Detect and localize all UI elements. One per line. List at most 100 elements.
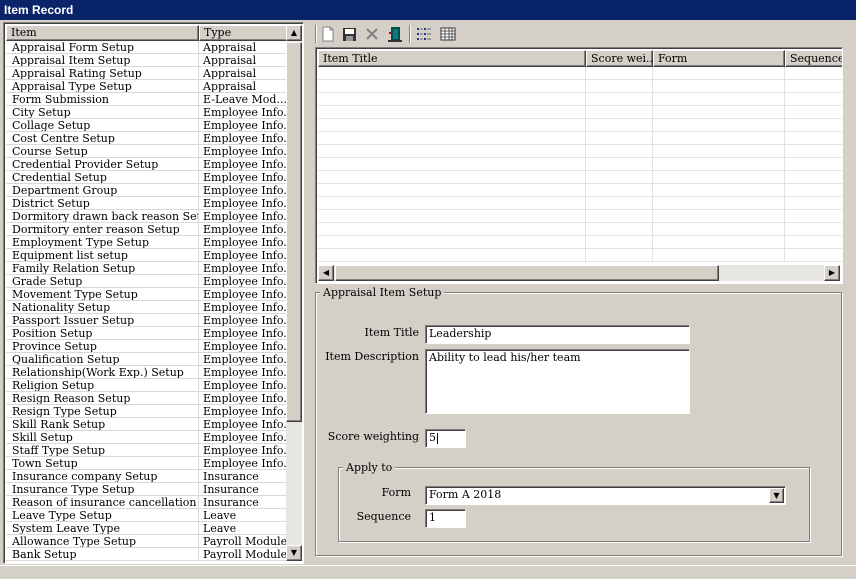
list-item-type: Employee Info. [203,210,287,222]
list-item[interactable]: Resign Reason Setup Employee Info. [6,392,288,405]
list-item[interactable]: Reason of insurance cancellation Setup In… [6,496,288,509]
list-item[interactable]: Appraisal Type Setup Appraisal [6,80,288,93]
list-item[interactable]: Skill Setup Employee Info. [6,431,288,444]
scroll-right-arrow-icon[interactable]: ▶ [824,265,840,281]
appraisal-item-setup-title: Appraisal Item Setup [320,286,445,299]
scroll-down-arrow-icon[interactable]: ▼ [286,545,302,561]
list-item[interactable]: Staff Type Setup Employee Info. [6,444,288,457]
list-item[interactable]: Cost Centre Setup Employee Info. [6,132,288,145]
exit-icon[interactable] [385,25,405,43]
list-item[interactable]: Skill Rank Setup Employee Info. [6,418,288,431]
list-item-name: Passport Issuer Setup [6,314,199,326]
list-item[interactable]: Leave Type Setup Leave [6,509,288,522]
list-item[interactable]: Nationality Setup Employee Info. [6,301,288,314]
grid-cell [586,145,653,157]
grid-column-form[interactable]: Form [653,50,785,67]
grid-horizontal-scrollbar[interactable]: ◀ ▶ [318,265,840,281]
scroll-up-arrow-icon[interactable]: ▲ [286,25,302,41]
grid-cell [653,67,785,79]
list-item[interactable]: District Setup Employee Info. [6,197,288,210]
list-item[interactable]: Insurance company Setup Insurance [6,470,288,483]
grid-cell [785,67,842,79]
list-item-name: Grade Setup [6,275,199,287]
list-item[interactable]: Qualification Setup Employee Info. [6,353,288,366]
list-item[interactable]: Position Setup Employee Info. [6,327,288,340]
save-icon[interactable] [339,25,359,43]
list-item[interactable]: Movement Type Setup Employee Info. [6,288,288,301]
grid-row[interactable] [318,223,842,236]
item-grid[interactable]: Item Title Score wei... Form Sequence ◀ … [315,47,843,284]
list-view-icon[interactable] [414,25,434,43]
list-item[interactable]: Province Setup Employee Info. [6,340,288,353]
grid-row[interactable] [318,210,842,223]
grid-row[interactable] [318,93,842,106]
list-item[interactable]: Resign Type Setup Employee Info. [6,405,288,418]
grid-row[interactable] [318,158,842,171]
item-title-input[interactable]: Leadership [425,325,690,344]
grid-cell [785,132,842,144]
form-select[interactable]: Form A 2018 ▼ [425,486,786,505]
list-item[interactable]: Form Submission E-Leave Mod... [6,93,288,106]
list-item[interactable]: Appraisal Item Setup Appraisal [6,54,288,67]
list-item-name: Movement Type Setup [6,288,199,300]
list-item[interactable]: Religion Setup Employee Info. [6,379,288,392]
list-item[interactable]: Appraisal Rating Setup Appraisal [6,67,288,80]
item-description-label: Item Description [325,350,419,363]
sequence-input[interactable]: 1 [425,509,466,528]
grid-row[interactable] [318,184,842,197]
list-item[interactable]: Dormitory enter reason Setup Employee Inf… [6,223,288,236]
grid-view-icon[interactable] [438,25,458,43]
grid-row[interactable] [318,80,842,93]
list-item[interactable]: City Setup Employee Info. [6,106,288,119]
item-description-textarea[interactable]: Ability to lead his/her team [425,349,690,414]
list-item[interactable]: Bank Setup Payroll Module [6,548,288,561]
list-item-name: Insurance Type Setup [6,483,199,495]
grid-row[interactable] [318,67,842,80]
grid-column-score-weighting[interactable]: Score wei... [586,50,653,67]
grid-column-sequence[interactable]: Sequence [785,50,842,67]
list-item[interactable]: Allowance Type Setup Payroll Module [6,535,288,548]
list-item[interactable]: Credential Setup Employee Info. [6,171,288,184]
delete-icon[interactable] [362,25,382,43]
list-item[interactable]: Dormitory drawn back reason Setup Employe… [6,210,288,223]
scroll-thumb[interactable] [286,42,302,422]
list-item[interactable]: Appraisal Form Setup Appraisal [6,41,288,54]
grid-row[interactable] [318,145,842,158]
chevron-down-icon[interactable]: ▼ [769,488,784,503]
score-weighting-input[interactable]: 5 [425,429,466,448]
list-item-type: Employee Info. [203,288,287,300]
list-item[interactable]: Department Group Employee Info. [6,184,288,197]
scroll-left-arrow-icon[interactable]: ◀ [318,265,334,281]
horizontal-scroll-thumb[interactable] [335,265,719,281]
list-item-name: Town Setup [6,457,199,469]
list-item[interactable]: Grade Setup Employee Info. [6,275,288,288]
list-item[interactable]: Passport Issuer Setup Employee Info. [6,314,288,327]
grid-row[interactable] [318,236,842,249]
grid-row[interactable] [318,106,842,119]
list-item[interactable]: Course Setup Employee Info. [6,145,288,158]
list-vertical-scrollbar[interactable]: ▲ ▼ [286,25,302,561]
list-item[interactable]: Relationship(Work Exp.) Setup Employee In… [6,366,288,379]
grid-cell [785,158,842,170]
grid-row[interactable] [318,171,842,184]
grid-row[interactable] [318,197,842,210]
new-icon[interactable] [318,25,338,43]
grid-row[interactable] [318,119,842,132]
list-item[interactable]: System Leave Type Leave [6,522,288,535]
list-item[interactable]: Family Relation Setup Employee Info. [6,262,288,275]
column-header-item[interactable]: Item [6,25,199,41]
grid-row[interactable] [318,249,842,262]
list-item[interactable]: Equipment list setup Employee Info. [6,249,288,262]
list-item[interactable]: Collage Setup Employee Info. [6,119,288,132]
grid-row[interactable] [318,132,842,145]
grid-cell [785,249,842,261]
column-header-type[interactable]: Type [199,25,288,41]
list-item[interactable]: Insurance Type Setup Insurance [6,483,288,496]
grid-column-item-title[interactable]: Item Title [318,50,586,67]
grid-cell [586,236,653,248]
list-item[interactable]: Employment Type Setup Employee Info. [6,236,288,249]
grid-cell [653,145,785,157]
list-item[interactable]: Town Setup Employee Info. [6,457,288,470]
list-item[interactable]: Credential Provider Setup Employee Info. [6,158,288,171]
item-list[interactable]: Item Type Appraisal Form Setup Appraisal A… [3,22,304,564]
